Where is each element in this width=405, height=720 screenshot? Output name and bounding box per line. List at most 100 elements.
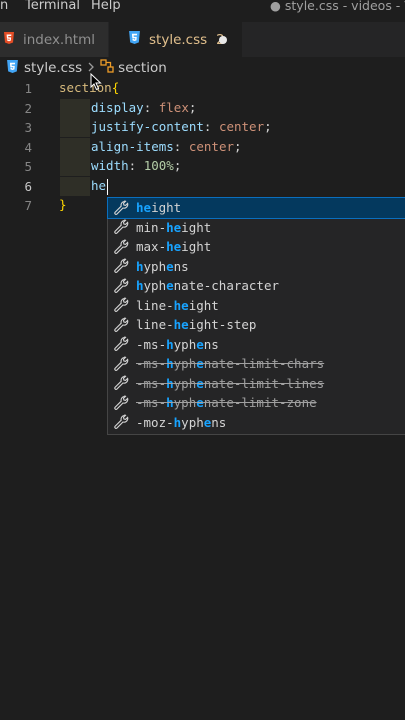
line-number: 7 — [24, 198, 32, 213]
suggestion-item[interactable]: -ms-hyphenate-limit-chars — [108, 354, 405, 374]
match-highlight: he — [173, 297, 189, 313]
tab-index-html[interactable]: index.html — [0, 22, 108, 57]
menu-item-terminal[interactable]: Terminal — [25, 0, 80, 12]
suggestion-item[interactable]: hyphens — [108, 257, 405, 277]
suggestion-text-part: -ms- — [136, 375, 167, 391]
suggestion-label: -ms-hyphenate-limit-zone — [136, 395, 317, 410]
suggestion-label: line-height-step — [136, 317, 256, 332]
breadcrumb: style.css section — [0, 58, 405, 78]
css-value: 100% — [143, 158, 174, 173]
line-number: 6 — [24, 179, 32, 194]
match-highlight: h — [136, 258, 144, 274]
unsaved-dot-icon[interactable] — [219, 36, 227, 44]
menu-item-help[interactable]: Help — [91, 0, 121, 12]
tab-style-css[interactable]: style.css 2 — [109, 22, 242, 57]
indent-highlight — [60, 99, 90, 118]
match-highlight: h — [136, 278, 144, 294]
code-line-4: align-items: center; — [91, 139, 242, 154]
suggestion-label: -ms-hyphens — [136, 337, 219, 352]
suggestion-label: line-height — [136, 298, 219, 313]
suggestion-text-part: yph — [173, 356, 197, 372]
html5-icon — [4, 31, 14, 48]
suggestion-text-part: ight — [188, 297, 219, 313]
match-highlight: he — [166, 239, 182, 255]
css-value: center — [218, 119, 265, 134]
wrench-icon — [113, 375, 129, 391]
suggestion-label: -ms-hyphenate-limit-lines — [136, 376, 324, 391]
match-highlight: e — [196, 336, 204, 352]
code-line-3: justify-content: center; — [91, 119, 272, 134]
match-highlight: h — [166, 375, 174, 391]
suggestion-label: min-height — [136, 220, 211, 235]
css-value: center — [188, 139, 235, 154]
line-number: 3 — [24, 120, 32, 135]
suggestion-label: -moz-hyphens — [136, 415, 226, 430]
suggestion-item[interactable]: -ms-hyphens — [108, 335, 405, 355]
indent-highlight — [60, 177, 90, 196]
match-highlight: e — [196, 395, 204, 411]
suggestion-text-part: yph — [143, 258, 167, 274]
code-line-6: he — [91, 176, 109, 196]
wrench-icon — [113, 258, 129, 274]
wrench-icon — [113, 356, 129, 372]
wrench-icon — [113, 219, 129, 235]
match-highlight: e — [166, 278, 174, 294]
suggestion-item[interactable]: line-height-step — [108, 315, 405, 335]
suggestion-item[interactable]: min-height — [108, 218, 405, 238]
suggestion-item[interactable]: -moz-hyphens — [108, 413, 405, 433]
tab-label: index.html — [23, 31, 95, 48]
code-line-7: } — [59, 195, 67, 215]
menu-item-partial[interactable]: n — [0, 0, 8, 12]
match-highlight: e — [196, 375, 204, 391]
suggestion-item[interactable]: -ms-hyphenate-limit-lines — [108, 374, 405, 394]
suggestion-text-part: ight — [151, 200, 182, 216]
indent-highlight — [60, 138, 90, 157]
suggestion-item[interactable]: hyphenate-character — [108, 276, 405, 296]
text-cursor — [107, 178, 109, 195]
match-highlight: he — [136, 200, 152, 216]
suggestion-label: -ms-hyphenate-limit-chars — [136, 356, 324, 371]
suggestion-text-part: nate-limit-zone — [203, 395, 317, 411]
match-highlight: he — [173, 317, 189, 333]
breadcrumb-file[interactable]: style.css — [24, 60, 82, 76]
suggestion-text-part: max- — [136, 239, 167, 255]
match-highlight: e — [166, 258, 174, 274]
close-brace: } — [59, 197, 67, 212]
autocomplete-suggestion-list[interactable]: height min-height max-height hyphens hyphena… — [107, 197, 405, 435]
css-property: align-items — [91, 139, 174, 154]
suggestion-item[interactable]: line-height — [108, 296, 405, 316]
wrench-icon — [113, 297, 129, 313]
menu-bar: n Terminal Help ● style.css - videos - V… — [0, 0, 405, 14]
suggestion-text-part: yph — [173, 395, 197, 411]
css-selector: section — [59, 80, 112, 95]
suggestion-label: height — [136, 200, 181, 215]
suggestion-text-part: line- — [136, 317, 174, 333]
suggestion-text-part: min- — [136, 219, 167, 235]
match-highlight: he — [166, 219, 182, 235]
code-line-2: display: flex; — [91, 100, 197, 115]
breadcrumb-symbol[interactable]: section — [118, 60, 167, 76]
suggestion-item[interactable]: height — [107, 197, 405, 219]
wrench-icon — [113, 239, 129, 255]
suggestion-text-part: ight — [181, 219, 212, 235]
css-property: display — [91, 100, 144, 115]
match-highlight: e — [196, 356, 204, 372]
line-number: 2 — [24, 101, 32, 116]
wrench-icon — [113, 317, 129, 333]
window-title: ● style.css - videos - Visu — [270, 0, 405, 13]
css3-icon — [7, 59, 18, 77]
wrench-icon — [113, 336, 129, 352]
suggestion-item[interactable]: -ms-hyphenate-limit-zone — [108, 393, 405, 413]
suggestion-text-part: line- — [136, 297, 174, 313]
suggestion-text-part: -ms- — [136, 356, 167, 372]
wrench-icon — [113, 395, 129, 411]
wrench-icon — [113, 278, 129, 294]
suggestion-text-part: yph — [181, 414, 204, 430]
match-highlight: h — [166, 395, 174, 411]
suggestion-text-part: nate-limit-lines — [203, 375, 325, 391]
suggestion-text-part: ight — [181, 239, 212, 255]
suggestion-item[interactable]: max-height — [108, 237, 405, 257]
suggestion-text-part: nate-character — [173, 278, 279, 294]
suggestion-text-part: -moz- — [136, 414, 174, 430]
suggestion-label: max-height — [136, 239, 211, 254]
